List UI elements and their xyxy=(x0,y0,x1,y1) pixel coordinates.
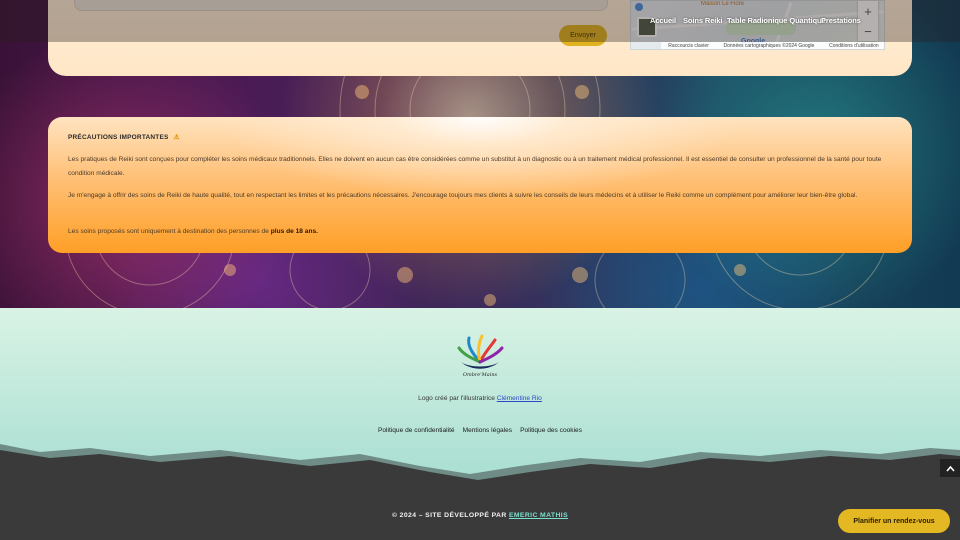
footer-bottom-bar xyxy=(0,480,960,540)
top-navigation: Accueil Soins Reiki Table Radionique Qua… xyxy=(0,0,960,42)
warning-icon: ⚠ xyxy=(173,134,180,141)
precautions-paragraph-1: Les pratiques de Reiki sont conçues pour… xyxy=(68,156,882,177)
precautions-title-text: PRÉCAUTIONS IMPORTANTES xyxy=(68,134,169,141)
keyboard-shortcuts-link[interactable]: Raccourcis clavier xyxy=(668,43,709,49)
credit-text: Logo créé par l'illustratrice xyxy=(418,395,497,402)
logo-credit: Logo créé par l'illustratrice Clémentine… xyxy=(0,395,960,402)
precautions-title: PRÉCAUTIONS IMPORTANTES ⚠ xyxy=(68,133,180,141)
mountain-divider xyxy=(0,444,960,483)
developer-link[interactable]: EMERIC MATHIS xyxy=(509,512,568,519)
legal-notice-link[interactable]: Mentions légales xyxy=(463,427,512,434)
precautions-card: PRÉCAUTIONS IMPORTANTES ⚠ Les pratiques … xyxy=(48,117,912,253)
logo-text: Ombre'Mains xyxy=(463,372,498,378)
map-attribution: Raccourcis clavier Données cartographiqu… xyxy=(661,42,884,49)
copyright-prefix: © 2024 – SITE DÉVELOPPÉ PAR xyxy=(391,512,509,519)
chevron-up-icon xyxy=(945,465,955,472)
age-notice-bold: plus de 18 ans. xyxy=(270,228,318,235)
map-data-text: Données cartographiques ©2024 Google xyxy=(723,42,815,49)
schedule-appointment-button[interactable]: Planifier un rendez-vous xyxy=(838,509,950,533)
precautions-paragraph-3: Les soins proposés sont uniquement à des… xyxy=(68,225,890,239)
age-notice-text: Les soins proposés sont uniquement à des… xyxy=(68,228,271,235)
precautions-paragraph-2: Je m'engage à offrir des soins de Reiki … xyxy=(68,192,858,199)
nav-item-accueil[interactable]: Accueil xyxy=(650,16,676,25)
copyright-text: © 2024 – SITE DÉVELOPPÉ PAR EMERIC MATHI… xyxy=(0,512,960,519)
nav-item-prestations[interactable]: Prestations xyxy=(821,16,861,25)
legal-links: Politique de confidentialité Mentions lé… xyxy=(0,427,960,434)
nav-item-soins-reiki[interactable]: Soins Reiki xyxy=(683,16,722,25)
ombre-mains-logo: Ombre'Mains xyxy=(457,334,504,378)
nav-item-table-radionique[interactable]: Table Radionique Quantique xyxy=(727,16,826,25)
privacy-policy-link[interactable]: Politique de confidentialité xyxy=(378,427,455,434)
cookie-policy-link[interactable]: Politique des cookies xyxy=(520,427,582,434)
illustrator-link[interactable]: Clémentine Rio xyxy=(497,395,542,402)
scroll-to-top-button[interactable] xyxy=(940,459,960,477)
terms-link[interactable]: Conditions d'utilisation xyxy=(829,43,879,49)
